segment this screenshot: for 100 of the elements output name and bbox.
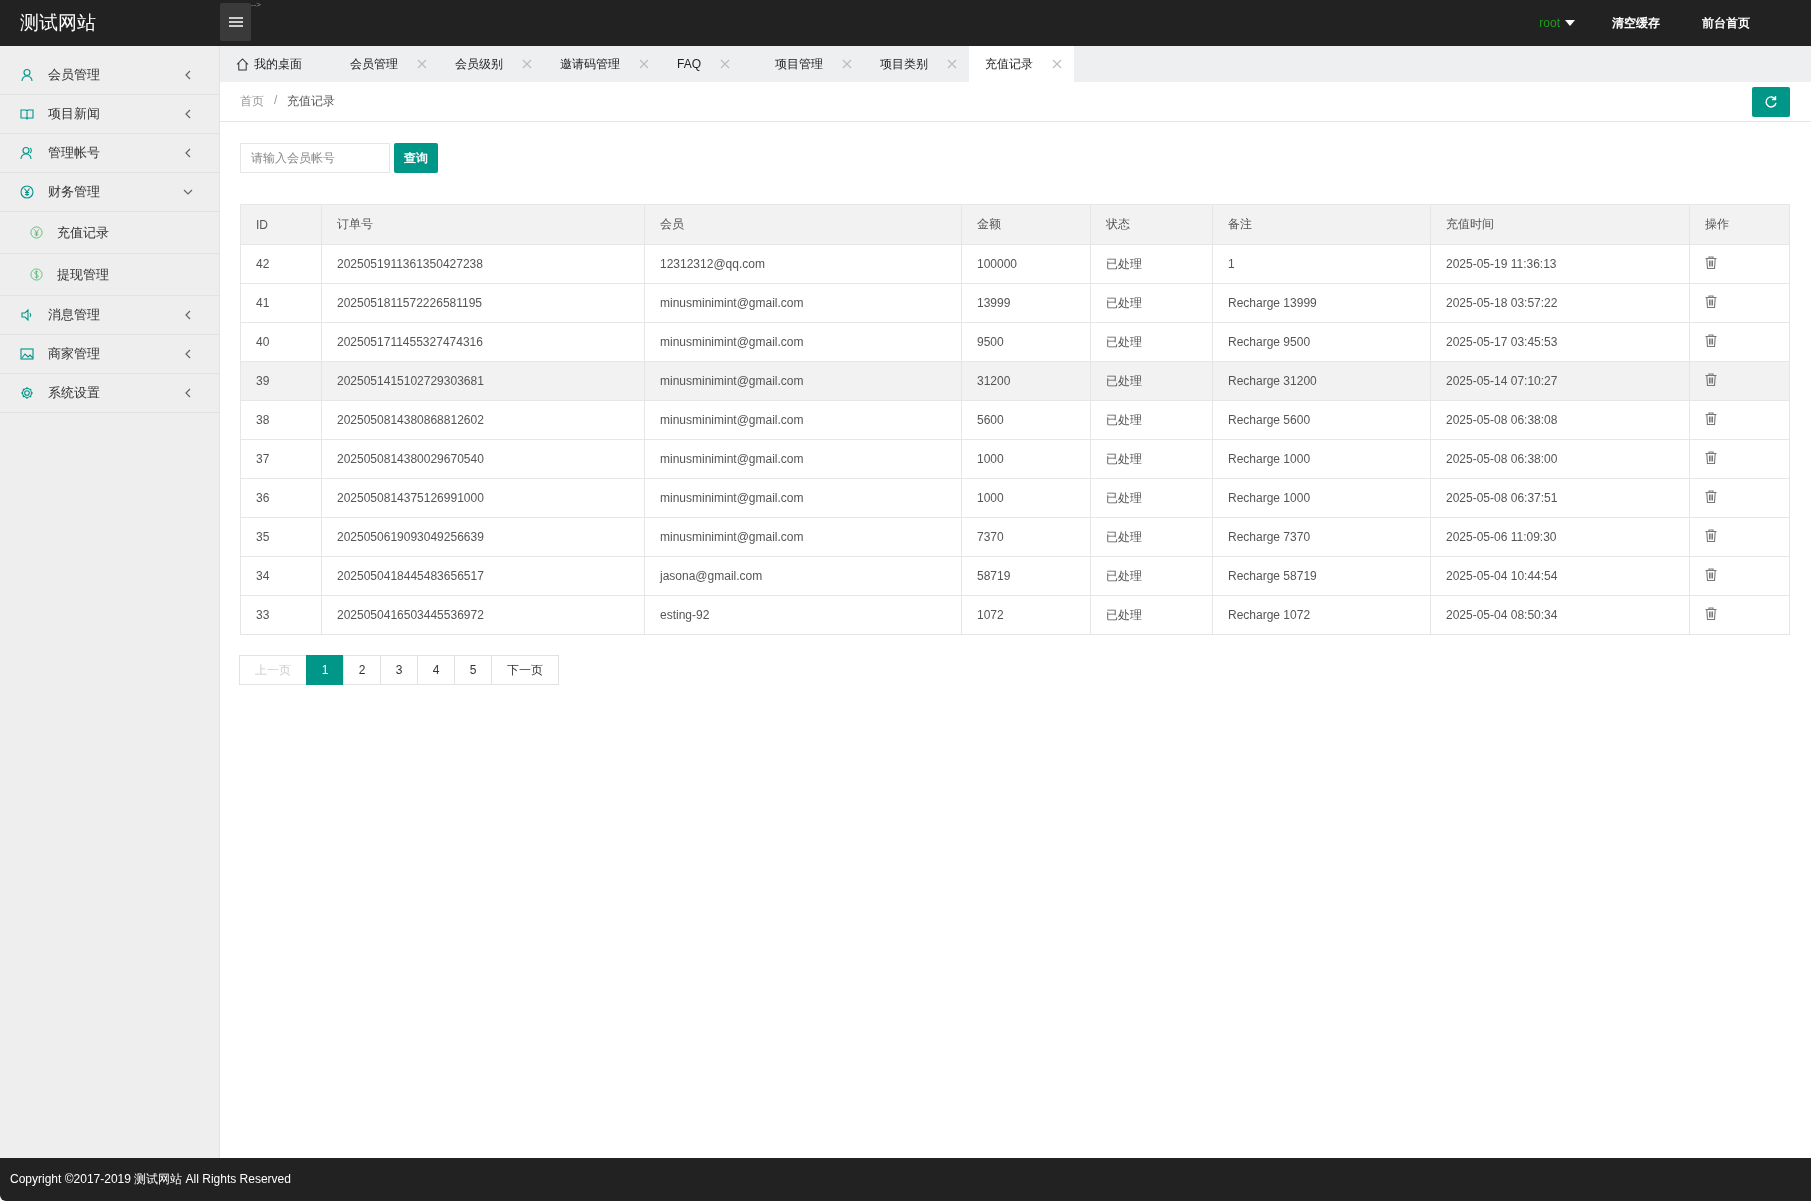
table-cell: 2025050418445483656517 (321, 556, 645, 596)
tab[interactable]: 项目管理 (759, 46, 864, 82)
next-page-button[interactable]: 下一页 (491, 655, 559, 685)
table-cell: 37 (240, 439, 322, 479)
search-button[interactable]: 查询 (394, 143, 438, 173)
user-menu[interactable]: root (1523, 16, 1591, 30)
page-button[interactable]: 1 (306, 655, 344, 685)
table-cell: 2025-05-08 06:38:00 (1430, 439, 1690, 479)
tab[interactable]: 会员管理 (334, 46, 439, 82)
tab-label: 我的桌面 (254, 55, 302, 73)
tab[interactable]: 我的桌面 (236, 46, 334, 82)
table-row[interactable]: 42 2025051911361350427238 12312312@qq.com 100000 已处理 1 2025-05-19 11:36:13 (240, 244, 1790, 284)
sidebar-label: 系统设置 (48, 384, 100, 402)
caret-icon (1565, 20, 1575, 26)
table-cell: jasona@gmail.com (644, 556, 962, 596)
table-cell: 58719 (961, 556, 1091, 596)
table-cell: minusminimint@gmail.com (644, 517, 962, 557)
table-row[interactable]: 41 2025051811572226581195 minusminimint@gmail.com 13999 已处理 Recharge 13999 2025-05-18 03:57:22 (240, 283, 1790, 323)
table-cell: esting-92 (644, 595, 962, 635)
table-cell: 1000 (961, 439, 1091, 479)
table-row[interactable]: 40 2025051711455327474316 minusminimint@gmail.com 9500 已处理 Recharge 9500 2025-05-17 03:45:53 (240, 322, 1790, 362)
tab-label: 充值记录 (985, 55, 1033, 73)
table-row[interactable]: 35 2025050619093049256639 minusminimint@gmail.com 7370 已处理 Recharge 7370 2025-05-06 11:09:30 (240, 517, 1790, 557)
table-row[interactable]: 34 2025050418445483656517 jasona@gmail.com 58719 已处理 Recharge 58719 2025-05-04 10:44:54 (240, 556, 1790, 596)
trash-icon[interactable] (1705, 490, 1717, 503)
table-cell: 39 (240, 361, 322, 401)
person-icon (20, 68, 34, 82)
tab[interactable]: 项目类别 (864, 46, 969, 82)
page-button[interactable]: 3 (380, 655, 418, 685)
table-row[interactable]: 33 2025050416503445536972 esting-92 1072 已处理 Recharge 1072 2025-05-04 08:50:34 (240, 595, 1790, 635)
column-header: 操作 (1689, 204, 1790, 245)
column-header: 订单号 (321, 204, 645, 245)
table-cell: 2025050416503445536972 (321, 595, 645, 635)
table-row[interactable]: 37 2025050814380029670540 minusminimint@gmail.com 1000 已处理 Recharge 1000 2025-05-08 06:38:00 (240, 439, 1790, 479)
trash-icon[interactable] (1705, 295, 1717, 308)
table-cell: 2025-05-17 03:45:53 (1430, 322, 1690, 362)
page-button[interactable]: 5 (454, 655, 492, 685)
table-row[interactable]: 36 2025050814375126991000 minusminimint@gmail.com 1000 已处理 Recharge 1000 2025-05-08 06:37:51 (240, 478, 1790, 518)
dollar-icon (30, 268, 43, 281)
table-cell: 2025-05-06 11:09:30 (1430, 517, 1690, 557)
trash-icon[interactable] (1705, 529, 1717, 542)
table-cell: Recharge 58719 (1212, 556, 1431, 596)
table-row[interactable]: 38 2025050814380868812602 minusminimint@gmail.com 5600 已处理 Recharge 5600 2025-05-08 06:38:08 (240, 400, 1790, 440)
top-link[interactable]: 前台首页 (1681, 14, 1771, 32)
top-link[interactable]: 清空缓存 (1591, 14, 1681, 32)
table-cell: Recharge 1072 (1212, 595, 1431, 635)
sidebar-label: 会员管理 (48, 66, 100, 84)
tab[interactable]: FAQ (661, 46, 759, 82)
tab[interactable]: 充值记录 (969, 46, 1074, 82)
table-cell: 100000 (961, 244, 1091, 284)
trash-icon[interactable] (1705, 607, 1717, 620)
sidebar-item[interactable]: 系统设置 (0, 374, 219, 413)
table-cell: 已处理 (1090, 439, 1213, 479)
search-field[interactable]: 请输入会员帐号 (240, 143, 390, 173)
refresh-button[interactable] (1752, 86, 1790, 117)
sidebar-subitem[interactable]: 提现管理 (0, 254, 219, 296)
trash-icon[interactable] (1705, 568, 1717, 581)
tab-label: 会员管理 (350, 55, 398, 73)
sidebar-item[interactable]: 消息管理 (0, 296, 219, 335)
column-header: 充值时间 (1430, 204, 1690, 245)
menu-button[interactable] (220, 3, 251, 41)
sidebar-item[interactable]: 项目新闻 (0, 95, 219, 134)
sidebar-item[interactable]: 管理帐号 (0, 134, 219, 173)
sidebar-item[interactable]: 会员管理 (0, 56, 219, 95)
trash-icon[interactable] (1705, 451, 1717, 464)
sidebar-label: 提现管理 (57, 265, 109, 284)
trash-icon[interactable] (1705, 256, 1717, 269)
sidebar-item[interactable]: 商家管理 (0, 335, 219, 374)
yen-icon (20, 185, 34, 199)
table-cell: 36 (240, 478, 322, 518)
sidebar-subitem[interactable]: 充值记录 (0, 212, 219, 254)
chevron-icon (183, 70, 193, 80)
table-cell: minusminimint@gmail.com (644, 283, 962, 323)
sidebar-label: 消息管理 (48, 306, 100, 324)
table-cell: 7370 (961, 517, 1091, 557)
chevron-icon (183, 388, 193, 398)
breadcrumb-item: / (274, 93, 278, 109)
tab[interactable]: 邀请码管理 (544, 46, 661, 82)
table-cell: 1 (1212, 244, 1431, 284)
table-cell: 13999 (961, 283, 1091, 323)
trash-icon[interactable] (1705, 334, 1717, 347)
sidebar-item[interactable]: 财务管理 (0, 173, 219, 212)
menu-icon (228, 17, 243, 27)
page-button[interactable]: 4 (417, 655, 455, 685)
table-cell: 2025051415102729303681 (321, 361, 645, 401)
table-cell: 2025-05-08 06:37:51 (1430, 478, 1690, 518)
sidebar-label: 商家管理 (48, 345, 100, 363)
sidebar-label: 财务管理 (48, 183, 100, 201)
page-button[interactable]: 2 (343, 655, 381, 685)
trash-icon[interactable] (1705, 373, 1717, 386)
stray-text: --> (251, 0, 261, 10)
table-cell: 2025-05-04 08:50:34 (1430, 595, 1690, 635)
trash-icon[interactable] (1705, 412, 1717, 425)
table-cell: minusminimint@gmail.com (644, 400, 962, 440)
tab[interactable]: 会员级别 (439, 46, 544, 82)
table-row[interactable]: 39 2025051415102729303681 minusminimint@gmail.com 31200 已处理 Recharge 31200 2025-05-14 07:10:27 (240, 361, 1790, 401)
breadcrumb-item[interactable]: 充值记录 (287, 93, 336, 110)
table-cell: 2025-05-14 07:10:27 (1430, 361, 1690, 401)
table-cell: 已处理 (1090, 283, 1213, 323)
column-header: 备注 (1212, 204, 1431, 245)
